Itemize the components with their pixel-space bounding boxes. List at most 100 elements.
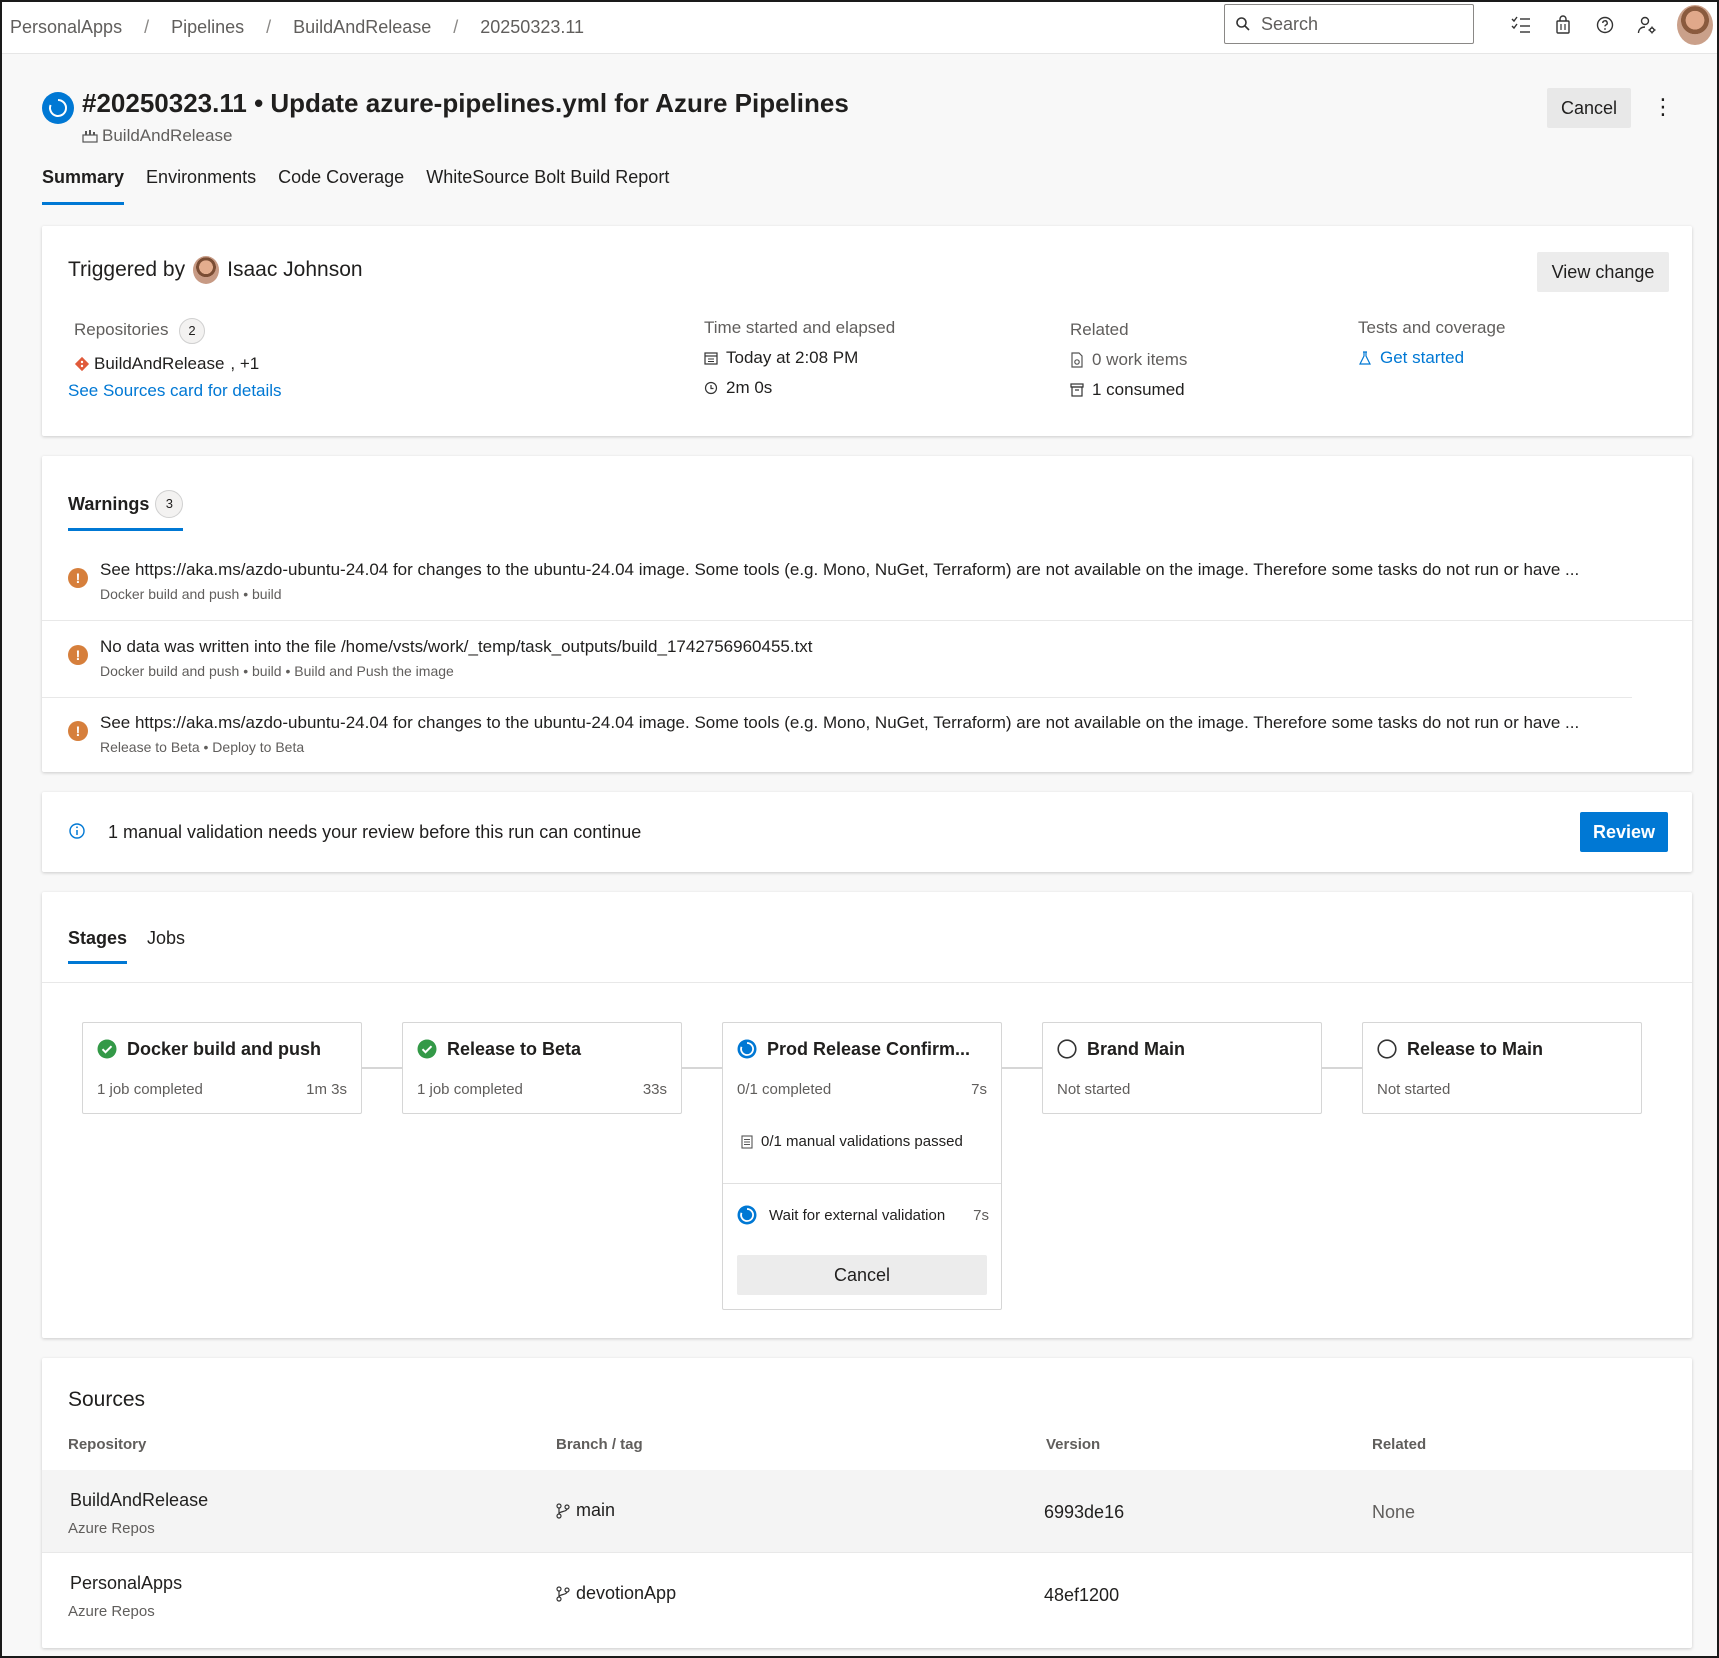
related-value: None <box>1372 1502 1416 1522</box>
tab-jobs[interactable]: Jobs <box>147 928 185 964</box>
cancel-stage-button[interactable]: Cancel <box>737 1255 987 1295</box>
breadcrumb-pipelines[interactable]: Pipelines <box>171 17 244 38</box>
stage-release-to-beta[interactable]: Release to Beta 1 job completed 33s <box>402 1022 682 1114</box>
manual-validations-status[interactable]: 0/1 manual validations passed <box>741 1133 963 1150</box>
view-change-button[interactable]: View change <box>1537 252 1669 292</box>
tab-environments[interactable]: Environments <box>146 167 256 205</box>
commit-version[interactable]: 6993de16 <box>1044 1502 1124 1523</box>
top-bar: PersonalApps / Pipelines / BuildAndRelea… <box>2 2 1717 54</box>
info-icon <box>69 823 85 839</box>
table-row[interactable]: PersonalApps Azure Repos devotionApp 48e… <box>42 1553 1692 1635</box>
not-started-icon <box>1057 1039 1077 1059</box>
user-avatar-small <box>193 256 220 284</box>
work-items-count[interactable]: 0 work items <box>1092 350 1187 370</box>
breadcrumb: PersonalApps / Pipelines / BuildAndRelea… <box>2 17 584 38</box>
consumed-artifacts[interactable]: 1 consumed <box>1092 380 1185 400</box>
manual-validation-banner: 1 manual validation needs your review be… <box>42 792 1692 872</box>
search-icon <box>1236 17 1250 31</box>
pipeline-name-label: BuildAndRelease <box>102 126 233 145</box>
pipeline-name[interactable]: BuildAndRelease <box>82 126 1682 146</box>
stage-name: Release to Beta <box>447 1039 582 1059</box>
validations-text: 0/1 manual validations passed <box>761 1133 963 1150</box>
repositories-label: Repositories <box>74 320 169 339</box>
running-status-icon <box>42 92 74 124</box>
tests-label: Tests and coverage <box>1358 318 1506 337</box>
work-item-icon <box>1071 352 1083 368</box>
stage-status: Not started <box>1057 1081 1131 1098</box>
stage-status: 1 job completed <box>417 1081 523 1098</box>
table-row[interactable]: BuildAndRelease Azure Repos main 6993de1… <box>42 1470 1692 1552</box>
help-icon[interactable] <box>1584 10 1626 40</box>
more-actions-button[interactable]: ⋮ <box>1652 94 1674 120</box>
commit-version[interactable]: 48ef1200 <box>1044 1585 1119 1606</box>
warnings-label: Warnings <box>68 493 150 514</box>
column-header-branch: Branch / tag <box>556 1436 643 1453</box>
stage-connector <box>362 1067 402 1069</box>
repository-provider: Azure Repos <box>68 1520 155 1537</box>
start-time: Today at 2:08 PM <box>726 348 859 367</box>
checklist-icon <box>741 1134 753 1149</box>
sources-title: Sources <box>68 1388 146 1411</box>
stage-docker-build-and-push[interactable]: Docker build and push 1 job completed 1m… <box>82 1022 362 1114</box>
repositories-count: 2 <box>178 318 205 344</box>
warning-item[interactable]: ! No data was written into the file /hom… <box>42 621 1692 697</box>
shopping-bag-icon[interactable] <box>1542 10 1584 40</box>
success-check-icon <box>97 1039 117 1059</box>
breadcrumb-project[interactable]: PersonalApps <box>10 17 122 38</box>
tests-column: Tests and coverage Get started <box>1358 318 1505 368</box>
tab-whitesource-report[interactable]: WhiteSource Bolt Build Report <box>426 167 669 205</box>
cancel-run-button[interactable]: Cancel <box>1547 88 1631 128</box>
warning-item[interactable]: ! See https://aka.ms/azdo-ubuntu-24.04 f… <box>42 544 1692 620</box>
review-button[interactable]: Review <box>1580 812 1668 852</box>
repository-name[interactable]: BuildAndRelease <box>70 1490 208 1511</box>
stage-connector <box>1002 1067 1042 1069</box>
tab-stages[interactable]: Stages <box>68 928 128 964</box>
warning-icon: ! <box>68 645 88 665</box>
repository-line: BuildAndRelease , +1 <box>74 354 259 374</box>
breadcrumb-separator: / <box>266 17 272 37</box>
stage-brand-main[interactable]: Brand Main Not started <box>1042 1022 1322 1114</box>
branch-cell[interactable]: main <box>556 1500 615 1521</box>
repository-name[interactable]: PersonalApps <box>70 1573 182 1594</box>
breadcrumb-run[interactable]: 20250323.11 <box>480 17 584 38</box>
branch-name: devotionApp <box>576 1583 677 1603</box>
stage-status: 1 job completed <box>97 1081 203 1098</box>
stage-name: Docker build and push <box>127 1039 322 1059</box>
job-wait-for-external-validation[interactable]: Wait for external validation 7s <box>737 1205 989 1225</box>
beaker-icon <box>1359 351 1371 365</box>
pipeline-icon <box>82 130 98 143</box>
stage-prod-release-confirm[interactable]: Prod Release Confirm... 0/1 completed 7s… <box>722 1022 1002 1310</box>
tab-code-coverage[interactable]: Code Coverage <box>278 167 404 205</box>
branch-icon <box>556 1585 570 1602</box>
summary-card: Triggered by Isaac Johnson View change R… <box>42 226 1692 436</box>
stage-release-to-main[interactable]: Release to Main Not started <box>1362 1022 1642 1114</box>
warnings-tab[interactable]: Warnings 3 <box>68 490 184 531</box>
sources-card: Sources Repository Branch / tag Version … <box>42 1358 1692 1648</box>
stages-card: Stages Jobs Docker build and push 1 job … <box>42 892 1692 1338</box>
warning-item[interactable]: ! See https://aka.ms/azdo-ubuntu-24.04 f… <box>42 697 1692 773</box>
breadcrumb-separator: / <box>144 17 150 37</box>
stage-duration: 1m 3s <box>306 1081 347 1098</box>
elapsed-time: 2m 0s <box>726 378 773 397</box>
see-sources-link[interactable]: See Sources card for details <box>68 381 282 401</box>
user-avatar[interactable] <box>1677 5 1713 45</box>
triggered-by-user[interactable]: Isaac Johnson <box>227 258 362 282</box>
search-box[interactable]: Search <box>1224 4 1474 44</box>
search-placeholder: Search <box>1261 13 1319 34</box>
manual-validation-text: 1 manual validation needs your review be… <box>108 822 642 842</box>
user-settings-icon[interactable] <box>1626 10 1668 40</box>
get-started-link[interactable]: Get started <box>1380 348 1464 368</box>
warning-source: Docker build and push • build <box>100 586 282 602</box>
warning-message: See https://aka.ms/azdo-ubuntu-24.04 for… <box>100 560 1580 579</box>
task-list-icon[interactable] <box>1500 10 1542 40</box>
tab-summary[interactable]: Summary <box>42 167 125 205</box>
breadcrumb-pipeline[interactable]: BuildAndRelease <box>293 17 431 38</box>
calendar-icon <box>704 352 718 365</box>
divider <box>723 1183 1001 1184</box>
repository-provider: Azure Repos <box>68 1603 155 1620</box>
divider <box>42 982 1692 983</box>
stage-status: 0/1 completed <box>737 1081 832 1098</box>
branch-cell[interactable]: devotionApp <box>556 1583 676 1604</box>
repository-name[interactable]: BuildAndRelease <box>94 354 224 374</box>
column-header-version: Version <box>1046 1436 1101 1453</box>
